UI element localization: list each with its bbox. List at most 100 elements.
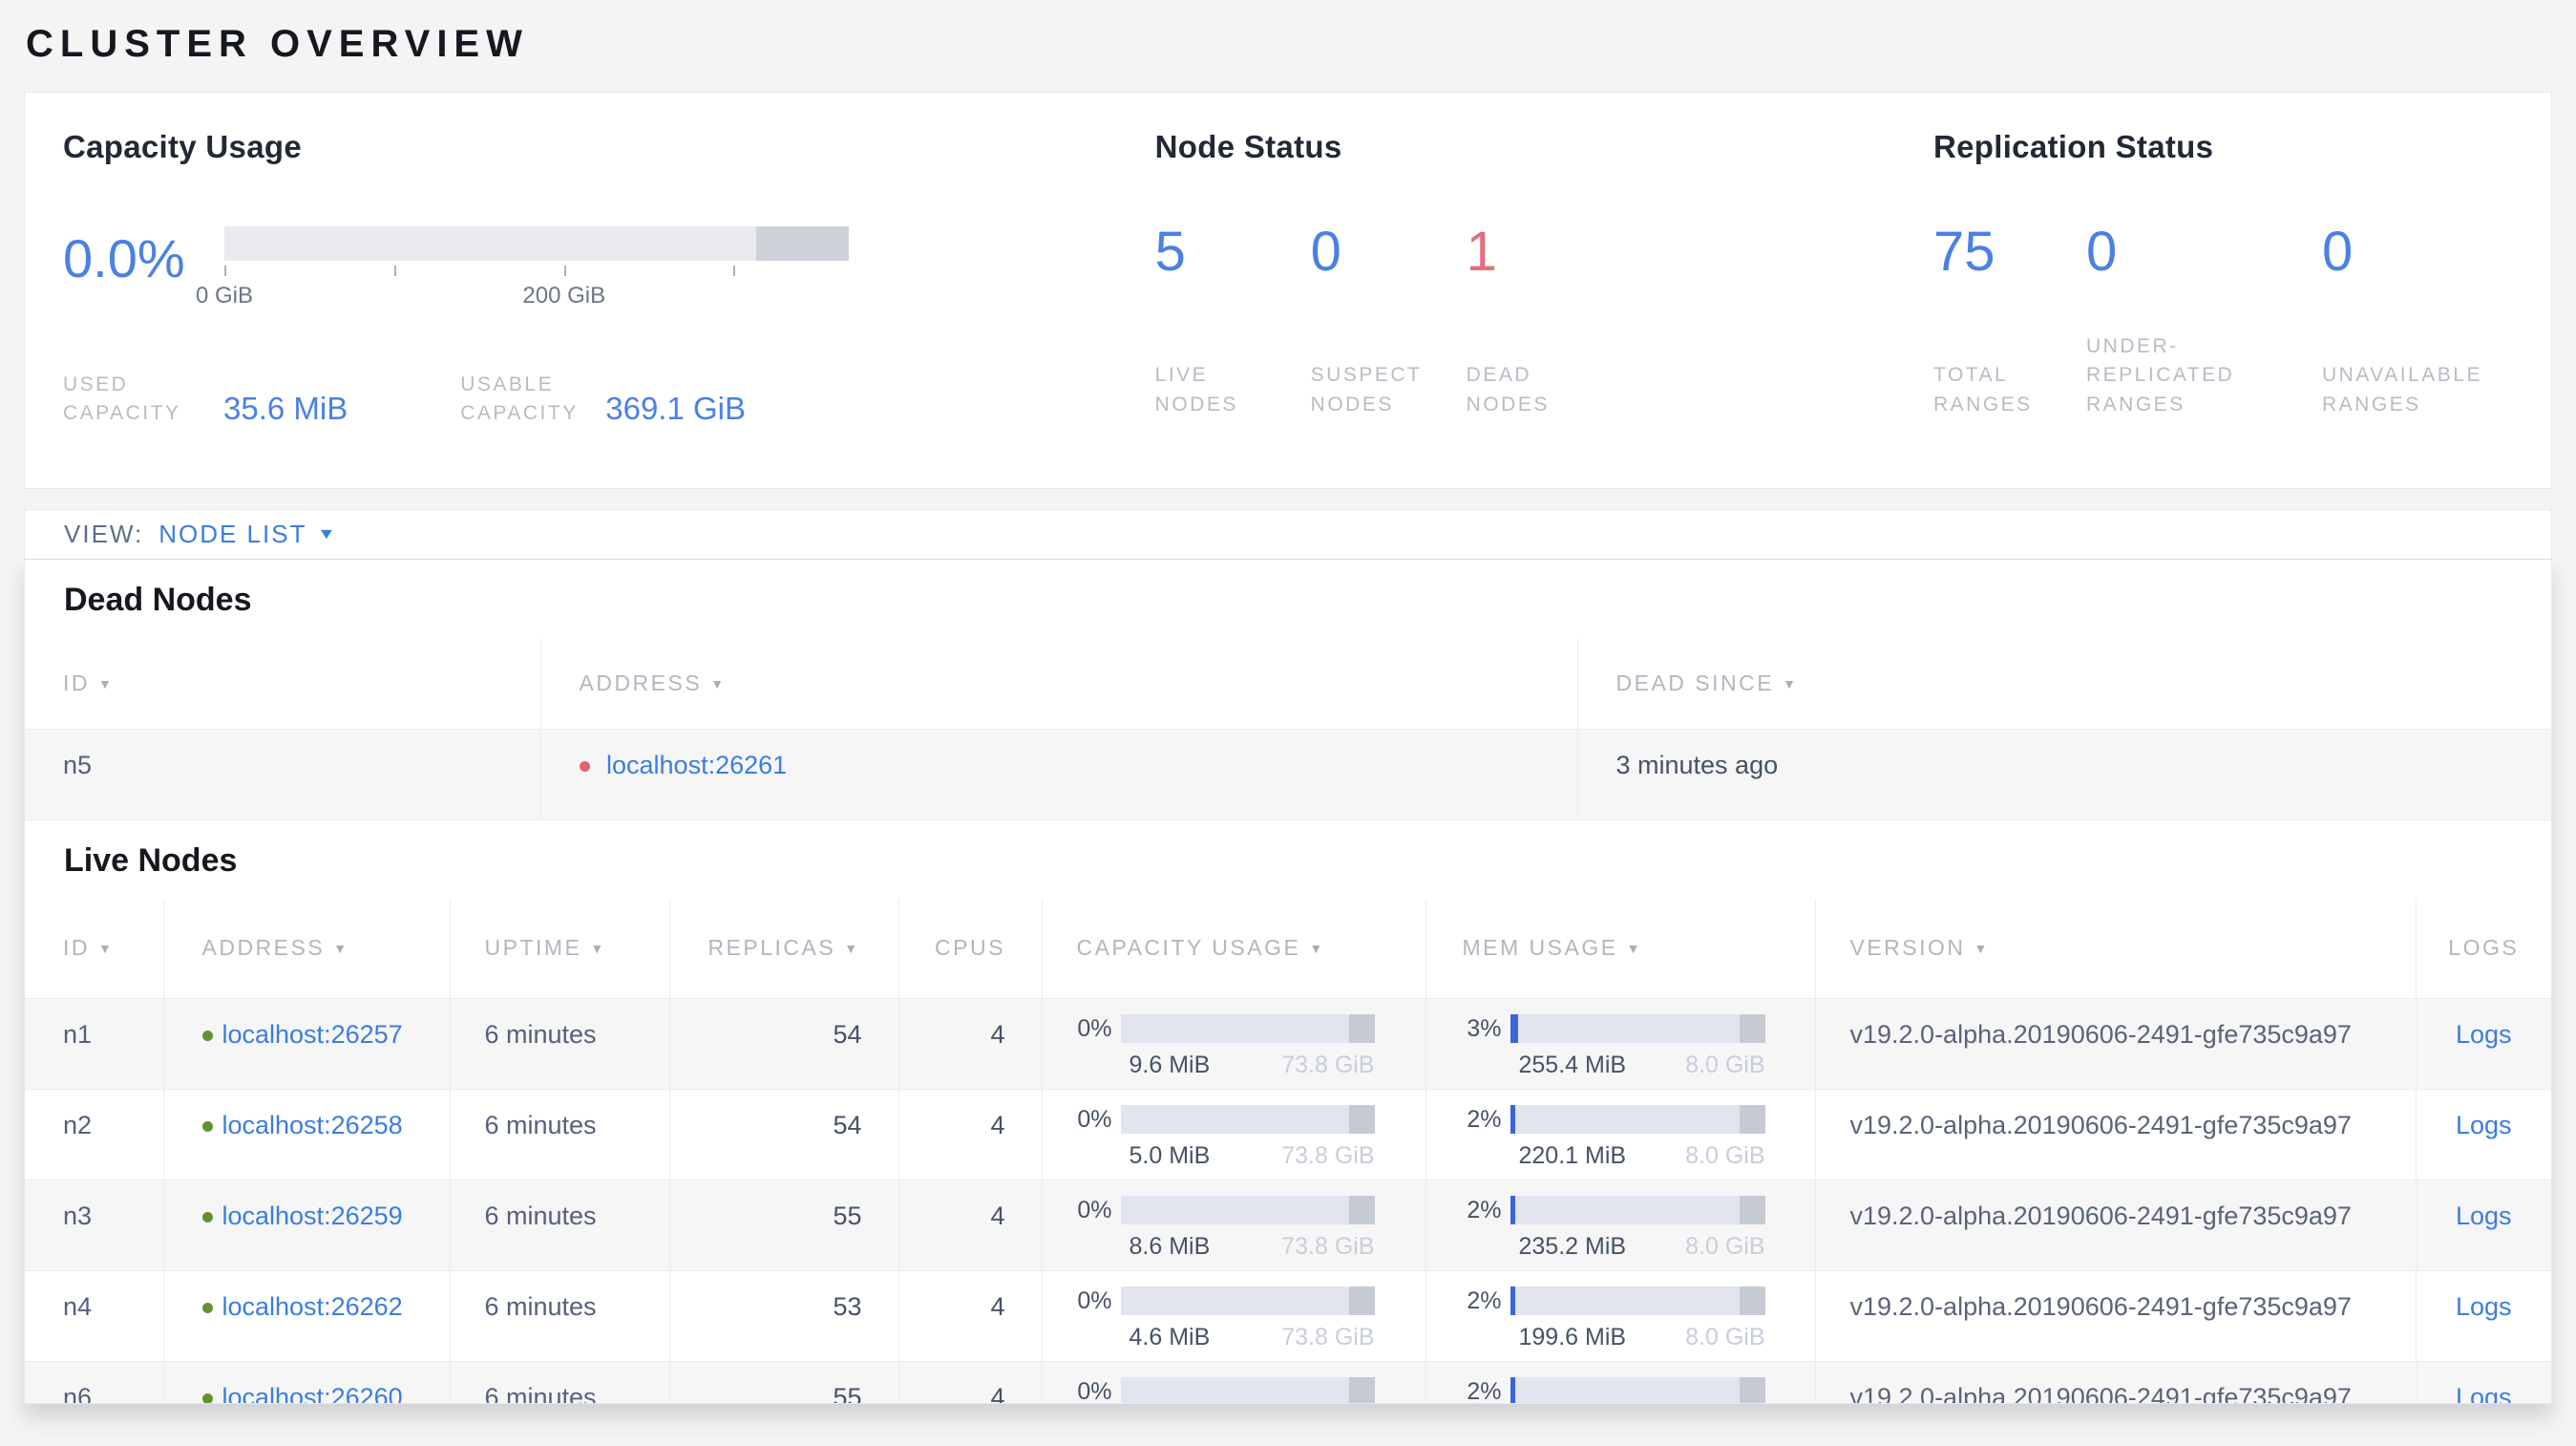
logs-link[interactable]: Logs xyxy=(2456,1383,2512,1403)
dead-node-address-link[interactable]: localhost:26261 xyxy=(606,751,787,779)
node-version: v19.2.0-alpha.20190606-2491-gfe735c9a97 xyxy=(1815,1180,2417,1271)
node-status-title: Node Status xyxy=(1154,129,1342,164)
mem-used: 220.1 MiB xyxy=(1518,1142,1627,1169)
dead-nodes-table: ID ▼ ADDRESS ▼ DEAD SINCE ▼ n5 localhost:26… xyxy=(25,638,2551,820)
live-col-uptime[interactable]: UPTIME ▼ xyxy=(450,898,670,999)
mem-usage-bar xyxy=(1510,1287,1765,1315)
node-address-link[interactable]: localhost:26257 xyxy=(222,1020,403,1049)
dead-nodes-count: 1 xyxy=(1466,221,1497,283)
dead-nodes-label: DEAD NODES xyxy=(1466,364,1550,415)
capacity-usage-bar xyxy=(1120,1105,1375,1134)
replication-status-panel: Replication Status 75 TOTAL RANGES 0 UND… xyxy=(1933,129,2551,488)
dead-nodes-section-title: Dead Nodes xyxy=(64,582,252,618)
mem-total: 8.0 GiB xyxy=(1685,1052,1765,1078)
node-uptime: 6 minutes xyxy=(450,1361,670,1403)
live-col-mem[interactable]: MEM USAGE ▼ xyxy=(1425,898,1816,999)
unavailable-ranges-stat: 0 UNAVAILABLE RANGES xyxy=(2322,224,2551,419)
capacity-used: 5.0 MiB xyxy=(1129,1142,1211,1169)
mem-usage-bar xyxy=(1510,1105,1765,1134)
node-address-link[interactable]: localhost:26262 xyxy=(222,1292,403,1321)
dead-nodes-stat: 1 DEAD NODES xyxy=(1467,224,1622,419)
node-mem-cell: 3% 255.4 MiB 8.0 GiB xyxy=(1425,998,1816,1090)
unavailable-ranges-label: UNAVAILABLE RANGES xyxy=(2322,364,2482,415)
axis-label-0gib: 0 GiB xyxy=(195,283,254,308)
used-capacity-label: USED CAPACITY xyxy=(63,373,181,425)
node-version: v19.2.0-alpha.20190606-2491-gfe735c9a97 xyxy=(1815,1361,2417,1403)
node-version: v19.2.0-alpha.20190606-2491-gfe735c9a97 xyxy=(1815,1089,2417,1180)
chevron-down-icon[interactable]: ▼ xyxy=(317,526,336,543)
sort-desc-icon: ▼ xyxy=(98,941,115,957)
capacity-usage-panel: Capacity Usage 0.0% 0 GiB 200 GiB USED C… xyxy=(63,129,1155,488)
node-address-link[interactable]: localhost:26258 xyxy=(222,1111,403,1139)
node-id: n2 xyxy=(25,1089,164,1180)
node-mem-cell: 2% 235.2 MiB 8.0 GiB xyxy=(1425,1180,1816,1271)
node-capacity-cell: 0% 4.6 MiB 73.8 GiB xyxy=(1042,1270,1426,1362)
capacity-total: 73.8 GiB xyxy=(1281,1233,1375,1260)
node-capacity-cell: 0% 7.8 MiB73.8 GiB xyxy=(1042,1361,1426,1403)
summary-card: Capacity Usage 0.0% 0 GiB 200 GiB USED C… xyxy=(24,92,2552,489)
node-mem-cell: 2% 220.1 MiB 8.0 GiB xyxy=(1425,1089,1816,1180)
suspect-nodes-label: SUSPECT NODES xyxy=(1310,364,1422,415)
node-uptime: 6 minutes xyxy=(450,998,670,1090)
view-dropdown[interactable]: NODE LIST xyxy=(158,520,306,549)
mem-percent: 2% xyxy=(1467,1196,1502,1223)
logs-link[interactable]: Logs xyxy=(2456,1111,2512,1139)
capacity-percent: 0% xyxy=(1077,1014,1112,1042)
mem-usage-bar xyxy=(1510,1196,1765,1224)
sort-desc-icon: ▼ xyxy=(1626,941,1642,957)
capacity-usage-bar xyxy=(1120,1196,1375,1224)
logs-link[interactable]: Logs xyxy=(2456,1292,2512,1321)
live-node-row: n4 localhost:26262 6 minutes 53 4 0% 4.6… xyxy=(25,1270,2551,1362)
node-id: n1 xyxy=(25,998,164,1090)
mem-total: 8.0 GiB xyxy=(1685,1324,1765,1350)
node-address-cell: localhost:26257 xyxy=(163,998,451,1090)
node-address-link[interactable]: localhost:26260 xyxy=(222,1383,403,1403)
node-mem-cell: 2% 199.6 MiB 8.0 GiB xyxy=(1425,1270,1816,1362)
live-col-replicas[interactable]: REPLICAS ▼ xyxy=(669,898,899,999)
node-id: n3 xyxy=(25,1180,164,1271)
dead-node-row: n5 localhost:26261 3 minutes ago xyxy=(25,728,2551,820)
capacity-used: 8.6 MiB xyxy=(1129,1233,1211,1260)
live-col-cpus: CPUS xyxy=(898,898,1043,999)
logs-link[interactable]: Logs xyxy=(2456,1020,2512,1049)
total-ranges-label: TOTAL RANGES xyxy=(1933,364,2033,415)
mem-used: 235.2 MiB xyxy=(1518,1233,1627,1260)
mem-usage-bar xyxy=(1510,1377,1765,1403)
total-ranges-stat: 75 TOTAL RANGES xyxy=(1933,224,2086,419)
live-col-version[interactable]: VERSION ▼ xyxy=(1815,898,2417,999)
mem-percent: 2% xyxy=(1467,1287,1502,1314)
capacity-percent: 0% xyxy=(1077,1287,1112,1314)
dead-col-address[interactable]: ADDRESS ▼ xyxy=(540,638,1578,729)
live-nodes-stat: 5 LIVE NODES xyxy=(1155,224,1311,419)
dead-status-icon xyxy=(579,760,590,772)
capacity-axis-ticks xyxy=(224,265,849,277)
node-logs-cell: Logs xyxy=(2416,1270,2551,1362)
node-uptime: 6 minutes xyxy=(450,1089,670,1180)
under-replicated-count: 0 xyxy=(2086,221,2118,283)
sort-desc-icon: ▼ xyxy=(333,941,349,957)
node-status-panel: Node Status 5 LIVE NODES 0 SUSPECT NODES… xyxy=(1155,129,1933,488)
logs-link[interactable]: Logs xyxy=(2456,1201,2512,1230)
usable-capacity-label: USABLE CAPACITY xyxy=(460,373,579,425)
capacity-total: 73.8 GiB xyxy=(1281,1324,1375,1350)
node-capacity-cell: 0% 5.0 MiB 73.8 GiB xyxy=(1042,1089,1426,1180)
node-logs-cell: Logs xyxy=(2416,1361,2551,1403)
mem-percent: 2% xyxy=(1467,1105,1502,1133)
node-address-link[interactable]: localhost:26259 xyxy=(222,1201,403,1230)
dead-col-id[interactable]: ID ▼ xyxy=(25,638,541,729)
live-col-capacity[interactable]: CAPACITY USAGE ▼ xyxy=(1042,898,1426,999)
live-col-id[interactable]: ID ▼ xyxy=(25,898,164,999)
capacity-used: 4.6 MiB xyxy=(1129,1324,1211,1350)
unavailable-ranges-count: 0 xyxy=(2322,221,2354,283)
live-col-address[interactable]: ADDRESS ▼ xyxy=(163,898,451,999)
live-col-logs: LOGS xyxy=(2448,935,2520,961)
capacity-total: 73.8 GiB xyxy=(1281,1142,1375,1169)
sort-desc-icon: ▼ xyxy=(590,941,606,957)
dead-node-dead-since: 3 minutes ago xyxy=(1577,728,2551,820)
capacity-usage-title: Capacity Usage xyxy=(63,129,302,164)
dead-col-dead-since[interactable]: DEAD SINCE ▼ xyxy=(1577,638,2551,729)
mem-used: 255.4 MiB xyxy=(1518,1052,1627,1078)
used-capacity-value: 35.6 MiB xyxy=(223,390,348,426)
capacity-percent: 0% xyxy=(1077,1105,1112,1133)
node-logs-cell: Logs xyxy=(2416,1180,2551,1271)
